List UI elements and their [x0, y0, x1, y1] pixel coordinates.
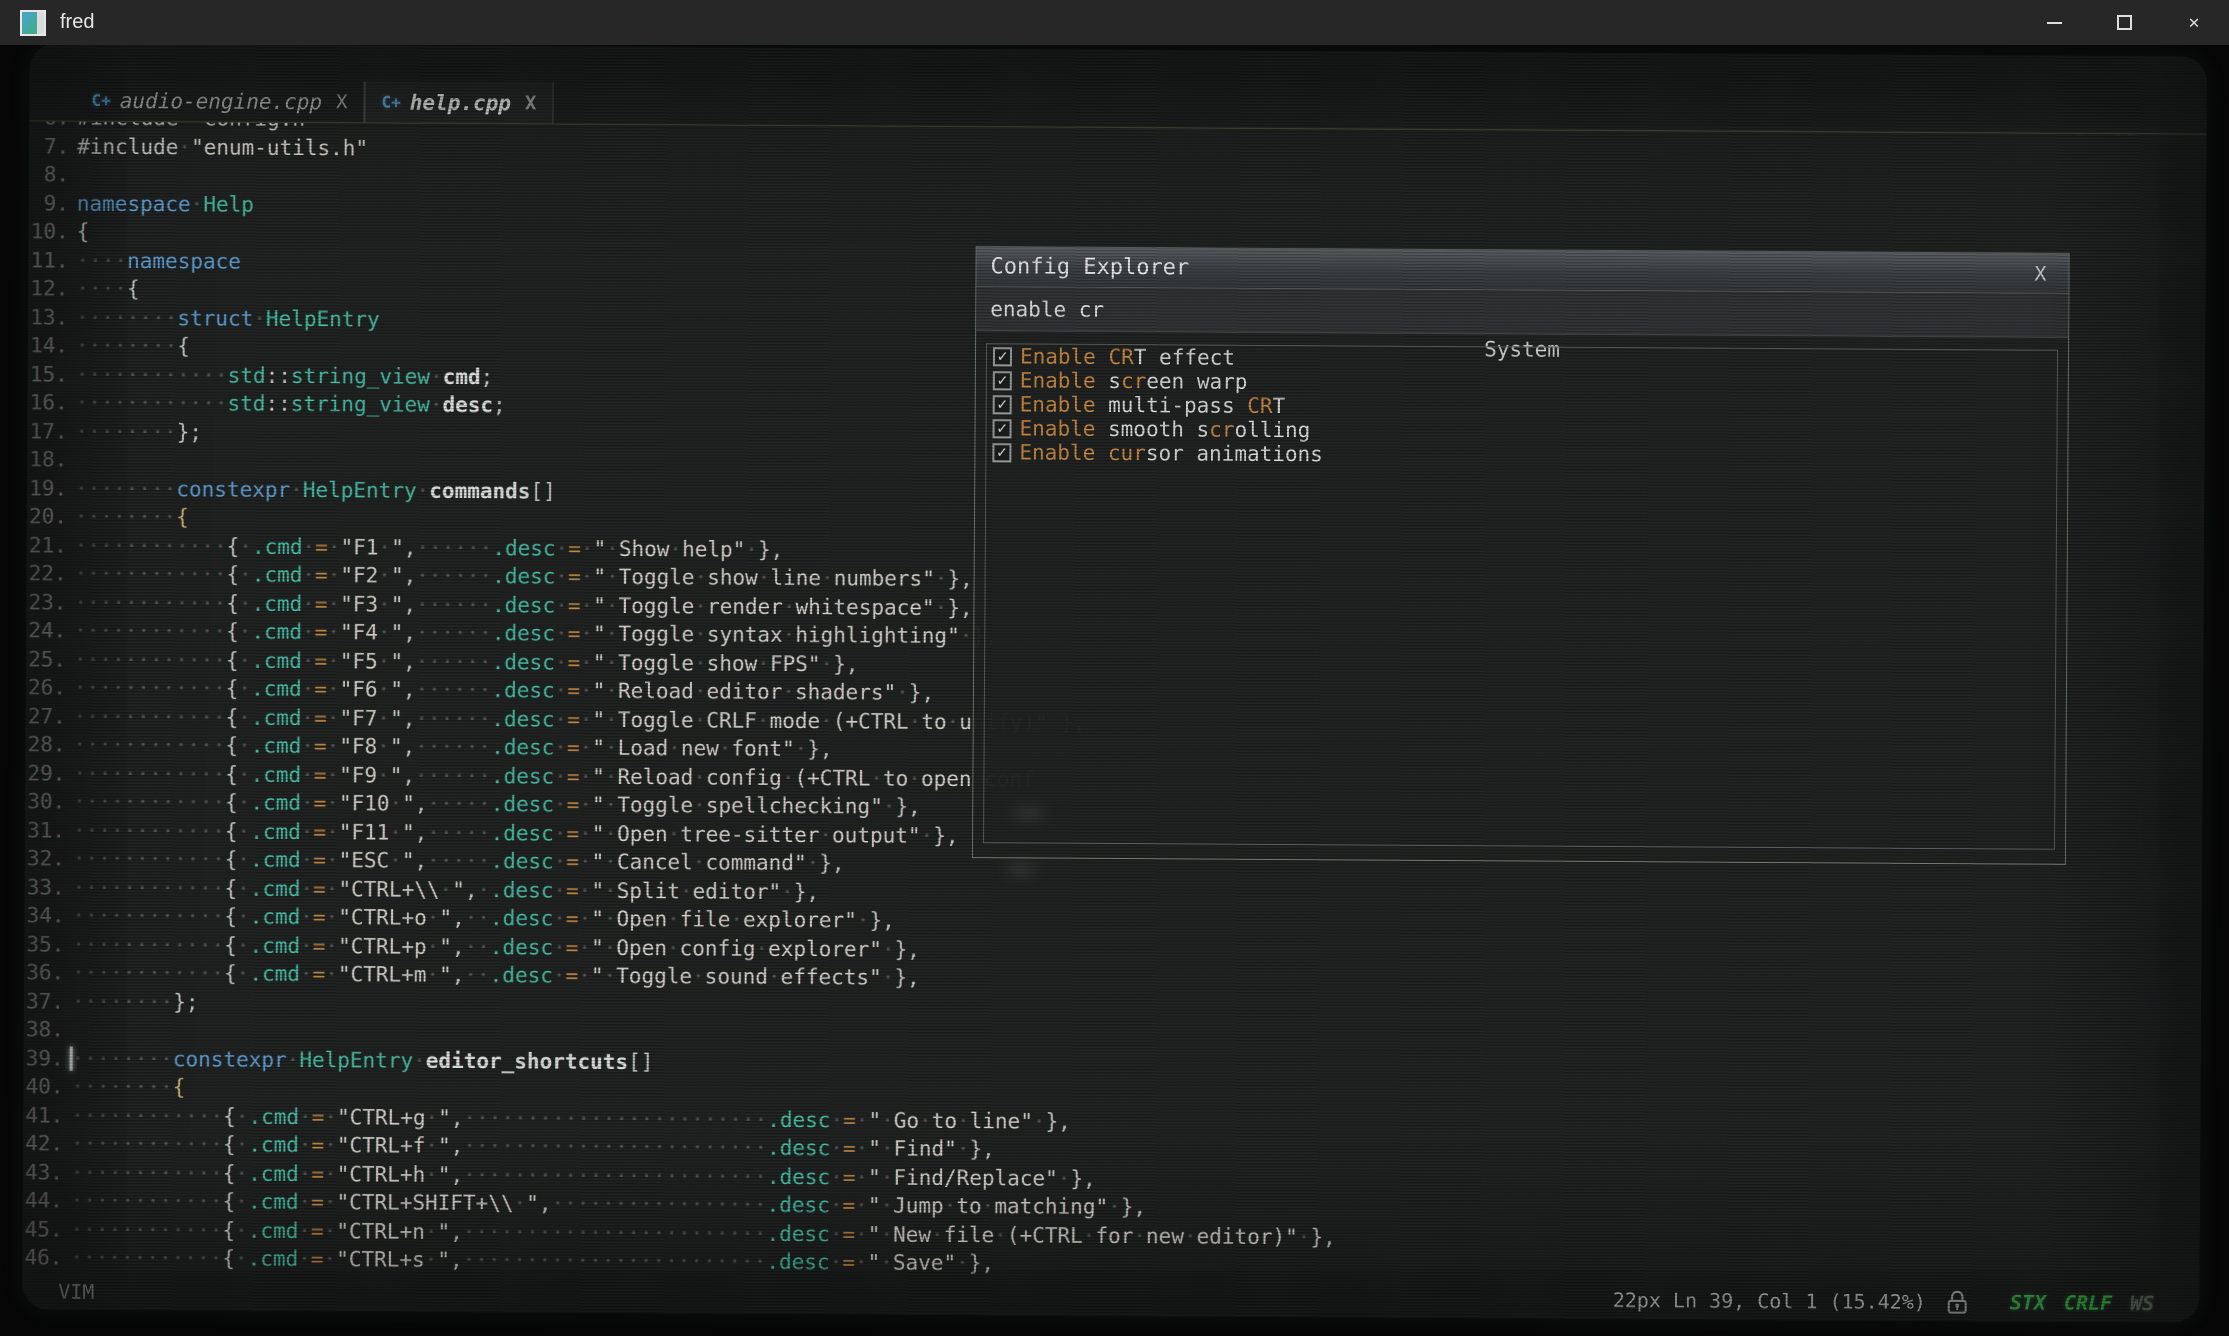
config-options-panel: ✓ Enable CRT effect ✓ Enable screen warp ✓ En…: [983, 343, 2058, 850]
tab-help-cpp[interactable]: C+ help.cpp X: [364, 81, 553, 123]
line-number: 24.: [26, 616, 66, 645]
line-number: 45.: [23, 1215, 63, 1244]
status-flag-crlf: CRLF: [2064, 1291, 2112, 1315]
status-flag-ws: WS: [2130, 1291, 2154, 1315]
line-number: 7.: [29, 132, 69, 161]
line-number: 38.: [24, 1015, 64, 1044]
line-number: 10.: [29, 217, 69, 246]
tab-close-icon[interactable]: X: [336, 91, 348, 113]
line-number: 21.: [27, 531, 67, 560]
line-number: 16.: [28, 388, 68, 417]
line-number: 20.: [27, 502, 67, 531]
status-flag-stx: STX: [2010, 1290, 2046, 1314]
tab-label: audio-engine.cpp: [120, 88, 322, 113]
line-number: 37.: [24, 987, 64, 1016]
line-number: 9.: [29, 189, 69, 218]
line-number: 42.: [23, 1129, 63, 1158]
line-number: 30.: [25, 787, 65, 816]
line-number: 8.: [29, 160, 69, 189]
checkbox-checked-icon[interactable]: ✓: [992, 419, 1011, 438]
line-number: 25.: [26, 645, 66, 674]
app-icon: [20, 10, 46, 36]
line-number: 18.: [27, 445, 67, 474]
line-number: 31.: [25, 816, 65, 845]
line-number: 17.: [27, 417, 67, 446]
option-label: Enable CRT effect: [1020, 344, 1235, 369]
option-label: Enable screen warp: [1020, 368, 1248, 393]
cursor-position-info: 22px Ln 39, Col 1 (15.42%): [1613, 1288, 1926, 1314]
tab-close-icon[interactable]: X: [525, 92, 537, 114]
config-search-input[interactable]: enable cr: [976, 287, 2068, 338]
maximize-icon: [2117, 15, 2132, 30]
editor-screen: C+audio-engine.cppXC+help.cppX help.cpp …: [22, 43, 2207, 1322]
window-titlebar: fred ✕: [0, 0, 2229, 45]
line-number: 12.: [28, 274, 68, 303]
minimize-button[interactable]: [2019, 0, 2089, 45]
status-bar: VIM 22px Ln 39, Col 1 (15.42%) STX CRLF WS: [22, 1275, 2199, 1316]
line-number: 29.: [25, 759, 65, 788]
line-number: 22.: [27, 559, 67, 588]
line-number: 44.: [23, 1186, 63, 1215]
text-cursor: [70, 1046, 73, 1070]
line-number: 34.: [24, 901, 64, 930]
cpp-file-icon: C+: [381, 93, 400, 112]
line-number: 11.: [28, 246, 68, 275]
dialog-close-button[interactable]: X: [2026, 261, 2054, 285]
config-explorer-dialog: Config Explorer X enable cr System ✓Enab…: [972, 246, 2070, 865]
ghost-artifact: [1006, 862, 1036, 876]
option-label: Enable cursor animations: [1019, 440, 1323, 466]
line-number: 27.: [26, 702, 66, 731]
line-number: 41.: [23, 1101, 63, 1130]
dialog-titlebar[interactable]: Config Explorer X: [976, 247, 2068, 294]
cpp-file-icon: C+: [91, 91, 110, 110]
status-flags: STX CRLF WS: [2010, 1290, 2155, 1315]
config-search-value: enable cr: [990, 297, 1104, 322]
line-number: 19.: [27, 474, 67, 503]
tab-audio-engine-cpp[interactable]: C+ audio-engine.cpp X: [75, 80, 364, 123]
line-number: 23.: [26, 588, 66, 617]
window-title: fred: [60, 11, 94, 34]
close-icon: ✕: [2189, 12, 2200, 33]
checkbox-checked-icon[interactable]: ✓: [993, 371, 1012, 390]
line-number: 15.: [28, 360, 68, 389]
line-number: 13.: [28, 303, 68, 332]
editor-mode-indicator: VIM: [58, 1280, 94, 1304]
line-number: 39.: [24, 1044, 64, 1073]
checkbox-checked-icon[interactable]: ✓: [993, 395, 1012, 414]
checkbox-checked-icon[interactable]: ✓: [993, 347, 1012, 366]
line-number: 36.: [24, 958, 64, 987]
option-label: Enable smooth scrolling: [1019, 416, 1310, 442]
line-number: 43.: [23, 1158, 63, 1187]
maximize-button[interactable]: [2089, 0, 2159, 45]
line-number: 33.: [25, 873, 65, 902]
dialog-title: Config Explorer: [990, 254, 1189, 280]
tab-label: help.cpp: [410, 90, 511, 115]
checkbox-checked-icon[interactable]: ✓: [992, 443, 1011, 462]
line-number: 35.: [24, 930, 64, 959]
line-number: 46.: [22, 1243, 62, 1272]
config-option-4[interactable]: ✓ Enable cursor animations: [986, 440, 2056, 471]
line-number: 14.: [28, 331, 68, 360]
line-number: 40.: [23, 1072, 63, 1101]
minimize-icon: [2047, 22, 2062, 24]
lock-icon: [1946, 1289, 1968, 1315]
option-label: Enable multi-pass CRT: [1020, 392, 1286, 418]
line-number: 28.: [26, 730, 66, 759]
line-number: 26.: [26, 673, 66, 702]
close-button[interactable]: ✕: [2159, 0, 2229, 45]
ghost-artifact: [1012, 806, 1046, 820]
line-number: 32.: [25, 844, 65, 873]
